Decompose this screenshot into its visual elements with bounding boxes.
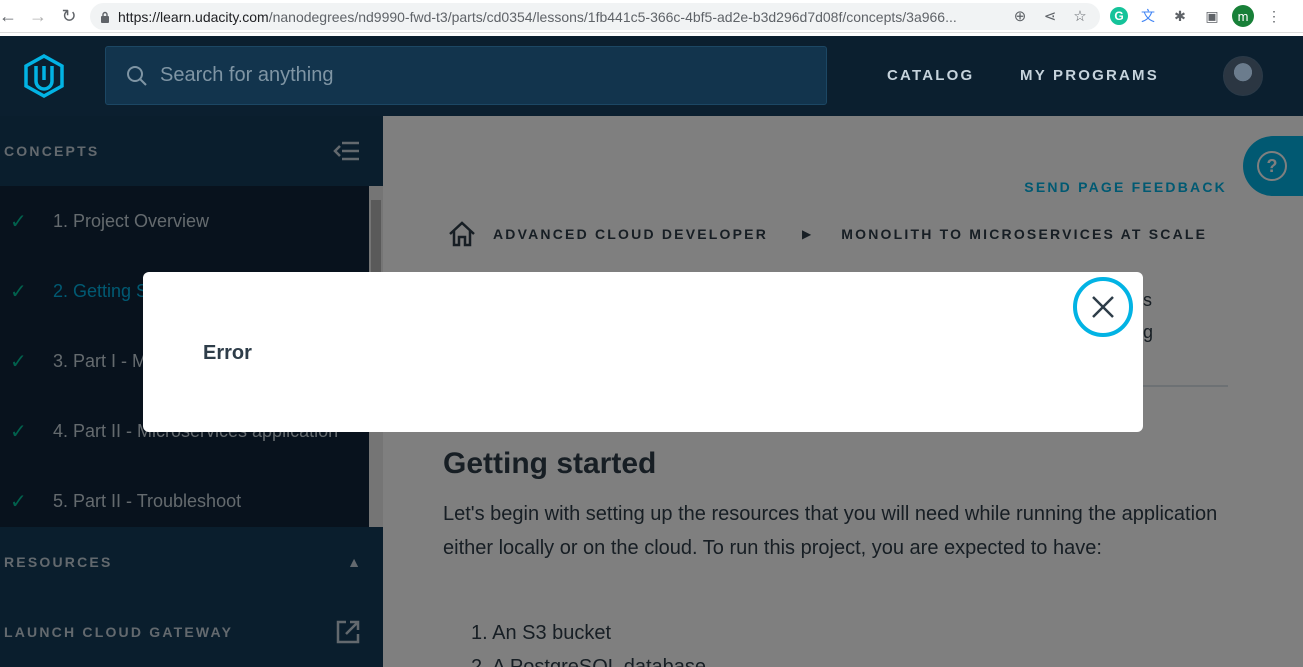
url-text: https://learn.udacity.com/nanodegrees/nd… <box>118 9 1018 25</box>
search-box[interactable] <box>105 46 827 105</box>
profile-icon[interactable]: m <box>1232 5 1254 27</box>
dialog-title: Error <box>203 342 252 364</box>
reload-icon[interactable]: ↻ <box>55 2 83 30</box>
translate-icon[interactable]: 文 <box>1136 4 1160 28</box>
zoom-icon[interactable]: ⊕ <box>1010 6 1030 26</box>
search-icon <box>127 65 147 86</box>
url-path: /nanodegrees/nd9990-fwd-t3/parts/cd0354/… <box>268 8 957 25</box>
star-icon[interactable]: ☆ <box>1070 6 1090 26</box>
share-icon[interactable]: ⋖ <box>1040 6 1060 26</box>
avatar[interactable] <box>1223 56 1263 96</box>
side-panel-icon[interactable]: ▣ <box>1200 4 1224 28</box>
grammarly-icon[interactable]: G <box>1110 7 1128 25</box>
lock-icon <box>98 10 112 24</box>
browser-toolbar: ← → ↻ https://learn.udacity.com/nanodegr… <box>0 0 1303 33</box>
back-icon[interactable]: ← <box>0 2 22 30</box>
url-host: https://learn.udacity.com <box>118 8 269 25</box>
address-bar[interactable]: https://learn.udacity.com/nanodegrees/nd… <box>90 3 1100 30</box>
search-input[interactable] <box>160 64 810 87</box>
udacity-logo-icon[interactable] <box>22 54 66 98</box>
close-button[interactable] <box>1073 277 1133 337</box>
close-icon <box>1092 296 1114 318</box>
app-header: CATALOG MY PROGRAMS <box>0 36 1303 116</box>
extensions-icon[interactable]: ✱ <box>1168 4 1192 28</box>
my-programs-link[interactable]: MY PROGRAMS <box>1020 67 1159 84</box>
catalog-link[interactable]: CATALOG <box>887 67 974 84</box>
menu-icon[interactable]: ⋮ <box>1262 4 1286 28</box>
error-dialog: Error <box>143 272 1143 432</box>
forward-icon[interactable]: → <box>24 2 52 30</box>
